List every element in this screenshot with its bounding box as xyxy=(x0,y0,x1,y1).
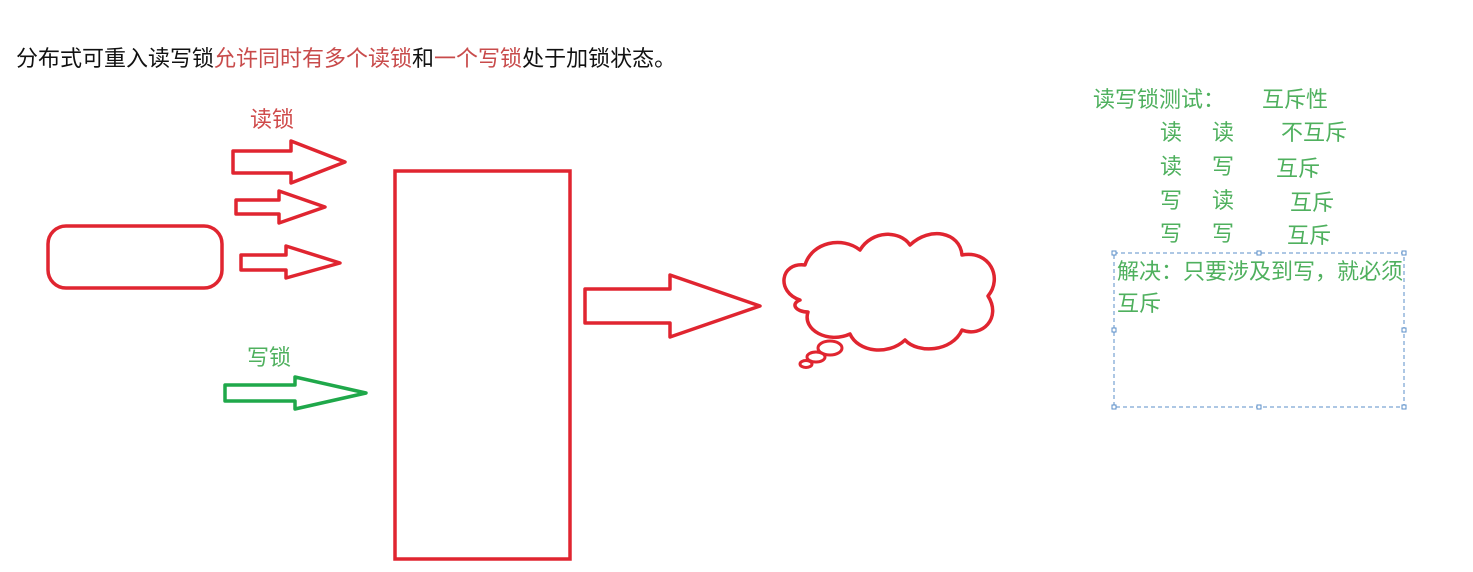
thought-cloud[interactable] xyxy=(782,231,997,352)
handle-bottom-right[interactable] xyxy=(1401,404,1407,410)
thought-bubble-3 xyxy=(798,359,814,369)
read-arrow-2 xyxy=(234,189,327,225)
read-arrow-1 xyxy=(231,139,347,185)
read-arrow-3 xyxy=(239,244,342,280)
output-arrow xyxy=(583,273,762,339)
handle-middle-right[interactable] xyxy=(1401,327,1407,333)
handle-top-right[interactable] xyxy=(1401,250,1407,256)
handle-top-middle[interactable] xyxy=(1256,250,1262,256)
read-lock-label: 读锁 xyxy=(250,108,295,133)
test-row-2-result: 互斥 xyxy=(1276,157,1321,182)
test-row-2-a: 读 xyxy=(1160,155,1183,180)
handle-bottom-middle[interactable] xyxy=(1256,404,1262,410)
test-row-4-a: 写 xyxy=(1160,222,1183,247)
test-row-1-result: 不互斥 xyxy=(1281,121,1348,146)
test-row-2-b: 写 xyxy=(1212,155,1235,180)
test-row-3-b: 读 xyxy=(1212,189,1235,214)
handle-bottom-left[interactable] xyxy=(1111,404,1117,410)
test-row-4-result: 互斥 xyxy=(1287,224,1332,249)
test-row-1-a: 读 xyxy=(1160,121,1183,146)
write-lock-label: 写锁 xyxy=(247,346,292,371)
note-text[interactable]: 解决：只要涉及到写，就必须互斥 xyxy=(1117,257,1403,321)
lock-store-box[interactable] xyxy=(393,169,572,561)
test-row-1-b: 读 xyxy=(1212,121,1235,146)
handle-middle-left[interactable] xyxy=(1111,327,1117,333)
handle-top-left[interactable] xyxy=(1111,250,1117,256)
test-row-3-result: 互斥 xyxy=(1290,191,1335,216)
client-box[interactable] xyxy=(46,224,224,290)
write-arrow xyxy=(223,375,368,411)
test-heading: 读写锁测试： xyxy=(1093,88,1226,113)
test-row-4-b: 写 xyxy=(1212,222,1235,247)
test-heading-value: 互斥性 xyxy=(1262,88,1329,113)
test-row-3-a: 写 xyxy=(1160,189,1183,214)
